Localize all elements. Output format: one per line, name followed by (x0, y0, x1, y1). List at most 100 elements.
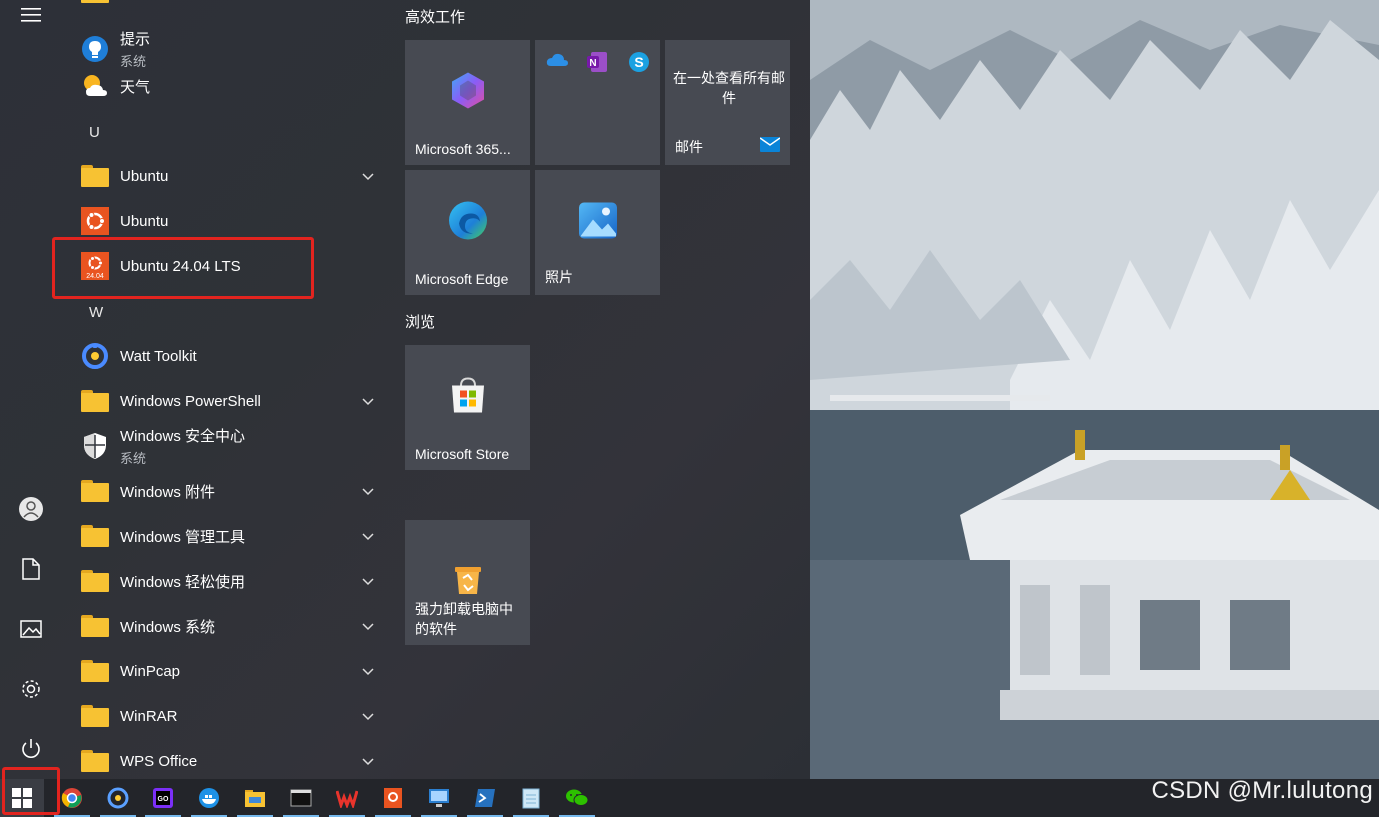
list-item-app[interactable]: 天气 (80, 66, 390, 106)
powershell-icon (475, 789, 495, 807)
list-item-folder[interactable]: WinPcap (80, 651, 390, 691)
app-label: 天气 (120, 78, 151, 96)
list-item-folder[interactable]: WPS Office (80, 741, 390, 779)
list-item-folder[interactable]: Windows PowerShell (80, 381, 390, 421)
list-item-app[interactable]: Windows 安全中心 系统 (80, 426, 390, 466)
start-menu: 提示 系统 天气 U Ubuntu Ubuntu 24.04 Ubuntu 24.04 LTS… (0, 0, 810, 779)
app-label: Windows 管理工具 (120, 528, 246, 546)
app-label: Ubuntu (120, 167, 169, 185)
ubuntu-taskbar-button[interactable] (371, 779, 415, 817)
pictures-icon[interactable] (11, 609, 51, 649)
tile-microsoft-365[interactable]: Microsoft 365... (405, 40, 530, 165)
tile-label: 邮件 (675, 139, 703, 155)
chevron-down-icon[interactable] (362, 528, 374, 546)
recycle-bin-icon (451, 562, 485, 601)
list-item-app[interactable]: 提示 系统 (80, 29, 390, 69)
section-letter-w[interactable]: W (89, 304, 103, 321)
chevron-down-icon[interactable] (362, 168, 374, 186)
list-item-app[interactable]: Ubuntu (80, 201, 390, 241)
app-label: Windows 附件 (120, 483, 216, 501)
hamburger-menu-icon[interactable] (11, 0, 51, 35)
mail-icon (759, 137, 781, 157)
watt-toolkit-taskbar-button[interactable] (96, 779, 140, 817)
onedrive-icon (545, 52, 569, 73)
list-item-folder[interactable]: Windows 管理工具 (80, 516, 390, 556)
goland-taskbar-button[interactable]: GO (141, 779, 185, 817)
tile-office-apps-folder[interactable]: N S (535, 40, 660, 165)
folder-icon (80, 656, 110, 686)
tile-microsoft-store[interactable]: Microsoft Store (405, 345, 530, 470)
watermark: CSDN @Mr.lulutong (1151, 777, 1373, 804)
file-explorer-taskbar-button[interactable] (233, 779, 277, 817)
chevron-down-icon[interactable] (362, 663, 374, 681)
folder-icon (80, 476, 110, 506)
monitor-icon (429, 789, 449, 807)
folder-icon (245, 790, 265, 807)
documents-icon[interactable] (11, 549, 51, 589)
goland-icon: GO (153, 788, 173, 808)
list-item-folder[interactable]: Ubuntu (80, 156, 390, 196)
section-letter-u[interactable]: U (89, 124, 100, 141)
chevron-down-icon[interactable] (362, 393, 374, 411)
watt-toolkit-icon (107, 787, 129, 809)
list-item-folder[interactable]: WinRAR (80, 696, 390, 736)
start-button-highlight-box (2, 767, 60, 815)
tips-icon (80, 34, 110, 64)
powershell-taskbar-button[interactable] (463, 779, 507, 817)
folder-icon (80, 746, 110, 776)
microsoft-store-icon (448, 375, 488, 420)
tile-uninstaller[interactable]: 强力卸载电脑中的软件 (405, 520, 530, 645)
wechat-taskbar-button[interactable] (555, 779, 599, 817)
chevron-down-icon[interactable] (362, 618, 374, 636)
app-label: WinRAR (120, 707, 178, 725)
desktop-wallpaper (810, 0, 1379, 779)
tile-label: 照片 (545, 269, 573, 285)
docker-taskbar-button[interactable] (187, 779, 231, 817)
user-account-icon[interactable] (11, 489, 51, 529)
folder-icon (80, 161, 110, 191)
ubuntu-2404-icon (384, 788, 402, 808)
svg-text:GO: GO (158, 796, 169, 803)
chevron-down-icon[interactable] (362, 708, 374, 726)
app-label: Watt Toolkit (120, 347, 197, 365)
folder-icon (80, 386, 110, 416)
chevron-down-icon[interactable] (362, 483, 374, 501)
tile-mail[interactable]: 在一处查看所有邮件 邮件 (665, 40, 790, 165)
wps-taskbar-button[interactable] (325, 779, 369, 817)
notepad-taskbar-button[interactable] (509, 779, 553, 817)
weather-icon (80, 71, 110, 101)
app-label: Ubuntu (120, 212, 169, 230)
chevron-down-icon[interactable] (362, 753, 374, 771)
tile-microsoft-edge[interactable]: Microsoft Edge (405, 170, 530, 295)
terminal-icon (290, 789, 312, 807)
app-label: Windows 轻松使用 (120, 573, 246, 591)
notepad-icon (522, 788, 540, 809)
list-item-app[interactable]: Watt Toolkit (80, 336, 390, 376)
remote-desktop-taskbar-button[interactable] (417, 779, 461, 817)
onenote-icon: N (586, 51, 608, 78)
list-item-folder[interactable]: Windows 轻松使用 (80, 561, 390, 601)
power-icon[interactable] (11, 729, 51, 769)
mail-tile-text: 在一处查看所有邮件 (673, 70, 785, 106)
settings-gear-icon[interactable] (11, 669, 51, 709)
tile-photos[interactable]: 照片 (535, 170, 660, 295)
folder-icon (80, 566, 110, 596)
folder-icon (80, 521, 110, 551)
shield-icon (80, 431, 110, 461)
list-item-folder[interactable]: Windows 附件 (80, 471, 390, 511)
ubuntu-icon (80, 206, 110, 236)
folder-icon (80, 611, 110, 641)
all-apps-list: 提示 系统 天气 U Ubuntu Ubuntu 24.04 Ubuntu 24.04 LTS… (62, 0, 392, 779)
skype-icon: S (628, 51, 650, 78)
photos-icon (578, 201, 618, 244)
terminal-taskbar-button[interactable] (279, 779, 323, 817)
tile-label: Microsoft Edge (415, 271, 509, 287)
chevron-down-icon[interactable] (362, 573, 374, 591)
watt-toolkit-icon (80, 341, 110, 371)
app-sublabel: 系统 (120, 451, 147, 466)
list-item-folder-partial[interactable] (80, 0, 390, 12)
app-label: WinPcap (120, 662, 181, 680)
wechat-icon (566, 789, 589, 806)
list-item-folder[interactable]: Windows 系统 (80, 606, 390, 646)
svg-text:N: N (589, 58, 596, 69)
